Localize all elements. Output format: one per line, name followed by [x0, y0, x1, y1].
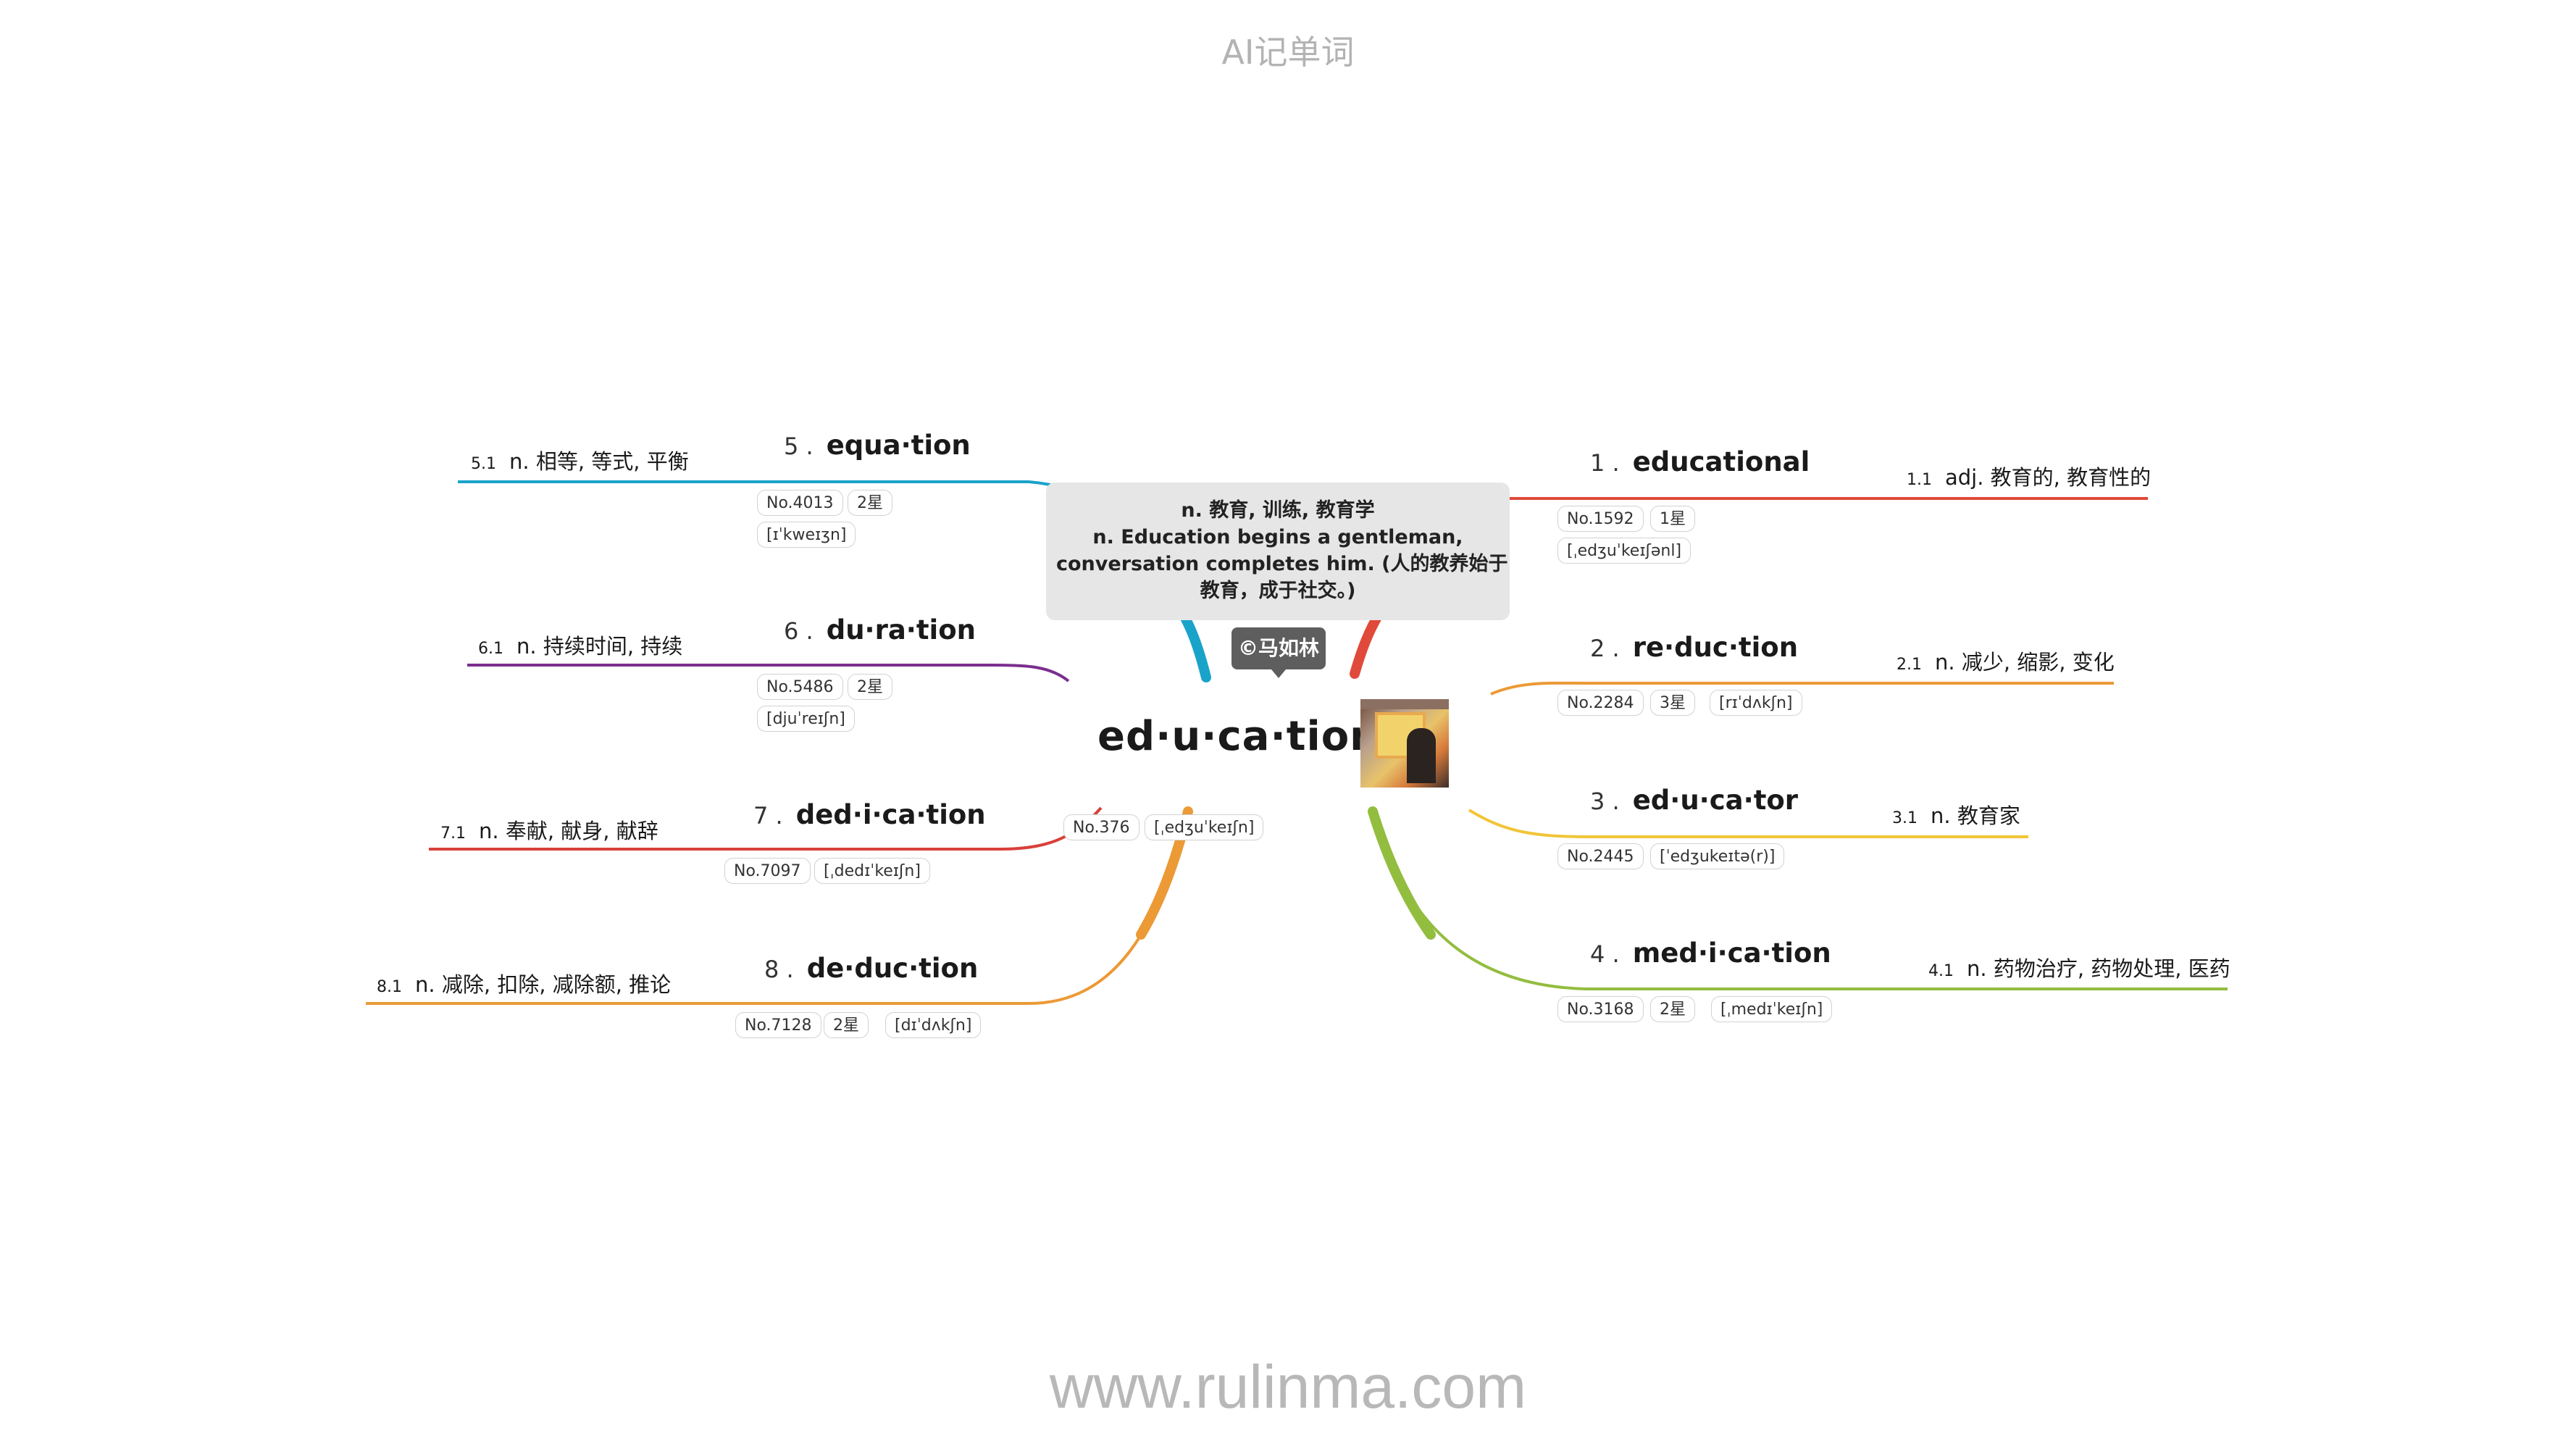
definition-line: n. Education begins a gentleman,	[1092, 526, 1463, 548]
meaning-index: 2.1	[1897, 656, 1922, 674]
branch-word-text: de·duc·tion	[806, 953, 979, 984]
definition-line: 教育，成于社交。)	[1200, 580, 1356, 602]
branch-word-4[interactable]: 4 . med·i·ca·tion	[1590, 938, 1831, 969]
branch-phonetic-tag: [ˌedʒuˈkeɪʃənl]	[1557, 538, 1691, 564]
branch-stars-tag: 3星	[1650, 690, 1695, 716]
branch-meaning-2[interactable]: 2.1 n. 减少, 缩影, 变化	[1897, 646, 2115, 676]
branch-word-1[interactable]: 1 . educational	[1590, 446, 1810, 477]
branch-stars-tag: 2星	[848, 490, 892, 516]
branch-index: 5 .	[784, 433, 814, 460]
branch-meaning-1[interactable]: 1.1 adj. 教育的, 教育性的	[1907, 461, 2151, 491]
definition-box: n. 教育, 训练, 教育学 n. Education begins a gen…	[1046, 483, 1510, 620]
meaning-text: n. 药物治疗, 药物处理, 医药	[1967, 956, 2230, 981]
branch-number-tag: No.3168	[1557, 996, 1644, 1022]
branch-index: 2 .	[1590, 635, 1620, 662]
branch-word-text: ded·i·ca·tion	[795, 799, 986, 830]
meaning-index: 6.1	[478, 640, 503, 658]
meaning-text: n. 相等, 等式, 平衡	[509, 449, 689, 474]
meaning-text: n. 减少, 缩影, 变化	[1935, 650, 2115, 675]
branch-index: 7 .	[753, 802, 783, 830]
meaning-text: adj. 教育的, 教育性的	[1945, 465, 2151, 490]
root-phonetic-tag: [ˌedʒuˈkeɪʃn]	[1145, 814, 1264, 840]
meaning-index: 1.1	[1907, 471, 1932, 489]
branch-number-tag: No.7097	[724, 858, 811, 884]
branch-word-text: med·i·ca·tion	[1632, 938, 1831, 969]
branch-meaning-7[interactable]: 7.1 n. 奉献, 献身, 献辞	[440, 814, 658, 845]
branch-meaning-4[interactable]: 4.1 n. 药物治疗, 药物处理, 医药	[1928, 952, 2230, 982]
root-word[interactable]: ed·u·ca·tion	[1097, 713, 1379, 760]
branch-phonetic-tag: [ˌmedɪˈkeɪʃn]	[1711, 996, 1833, 1022]
branch-stars-tag: 2星	[824, 1012, 869, 1038]
branch-meaning-5[interactable]: 5.1 n. 相等, 等式, 平衡	[471, 445, 689, 475]
branch-phonetic-tag: [ˌdedɪˈkeɪʃn]	[814, 858, 930, 884]
branch-word-text: re·duc·tion	[1632, 632, 1799, 663]
branch-word-8[interactable]: 8 . de·duc·tion	[764, 953, 978, 984]
branch-word-text: equa·tion	[826, 430, 971, 461]
branch-number-tag: No.1592	[1557, 506, 1644, 532]
meaning-text: n. 教育家	[1931, 803, 2020, 828]
meaning-index: 3.1	[1892, 809, 1918, 827]
meaning-index: 7.1	[440, 824, 466, 843]
branch-word-5[interactable]: 5 . equa·tion	[784, 430, 971, 461]
branch-phonetic-tag: [rɪˈdʌkʃn]	[1710, 690, 1802, 716]
branch-number-tag: No.4013	[757, 490, 843, 516]
definition-line: conversation completes him. (人的教养始于	[1056, 553, 1508, 575]
meaning-text: n. 减除, 扣除, 减除额, 推论	[415, 972, 672, 997]
branch-meaning-3[interactable]: 3.1 n. 教育家	[1892, 799, 2020, 830]
meaning-index: 4.1	[1928, 962, 1954, 980]
meaning-index: 8.1	[377, 978, 402, 996]
branch-index: 8 .	[764, 956, 794, 983]
footer-url: www.rulinma.com	[1049, 1353, 1527, 1421]
author-tag: ©马如林	[1231, 627, 1326, 678]
branch-number-tag: No.5486	[757, 674, 843, 700]
branch-phonetic-tag: [djuˈreɪʃn]	[757, 706, 855, 732]
meaning-text: n. 奉献, 献身, 献辞	[479, 819, 658, 843]
branch-word-2[interactable]: 2 . re·duc·tion	[1590, 632, 1798, 663]
header-title: AI记单词	[1221, 33, 1355, 72]
root-number-tag: No.376	[1063, 814, 1139, 840]
definition-line: n. 教育, 训练, 教育学	[1181, 499, 1375, 522]
branch-number-tag: No.2284	[1557, 690, 1644, 716]
connector-branch-1-trunk	[1350, 607, 1385, 679]
connector-branch-4-trunk	[1368, 806, 1436, 940]
meaning-text: n. 持续时间, 持续	[517, 634, 683, 659]
branch-index: 4 .	[1590, 940, 1620, 968]
branch-index: 3 .	[1590, 788, 1620, 815]
branch-word-7[interactable]: 7 . ded·i·ca·tion	[753, 799, 986, 830]
branch-word-text: du·ra·tion	[826, 614, 976, 646]
branch-word-text: ed·u·ca·tor	[1632, 785, 1799, 816]
branch-phonetic-tag: [dɪˈdʌkʃn]	[885, 1012, 982, 1038]
branch-word-text: educational	[1632, 446, 1810, 477]
branch-index: 6 .	[784, 617, 814, 645]
branch-meaning-8[interactable]: 8.1 n. 减除, 扣除, 减除额, 推论	[377, 968, 671, 998]
branch-index: 1 .	[1590, 449, 1620, 477]
branch-stars-tag: 2星	[848, 674, 892, 700]
branch-word-3[interactable]: 3 . ed·u·ca·tor	[1590, 785, 1798, 816]
branch-word-6[interactable]: 6 . du·ra·tion	[784, 614, 976, 646]
branch-meaning-6[interactable]: 6.1 n. 持续时间, 持续	[478, 630, 682, 660]
branch-phonetic-tag: [ˈedʒukeɪtə(r)]	[1650, 843, 1785, 869]
branch-number-tag: No.2445	[1557, 843, 1644, 869]
branch-stars-tag: 1星	[1650, 506, 1695, 532]
branch-number-tag: No.7128	[735, 1012, 821, 1038]
meaning-index: 5.1	[471, 455, 496, 473]
branch-stars-tag: 2星	[1650, 996, 1695, 1022]
root-photo	[1360, 699, 1449, 788]
branch-phonetic-tag: [ɪˈkweɪʒn]	[757, 522, 856, 548]
